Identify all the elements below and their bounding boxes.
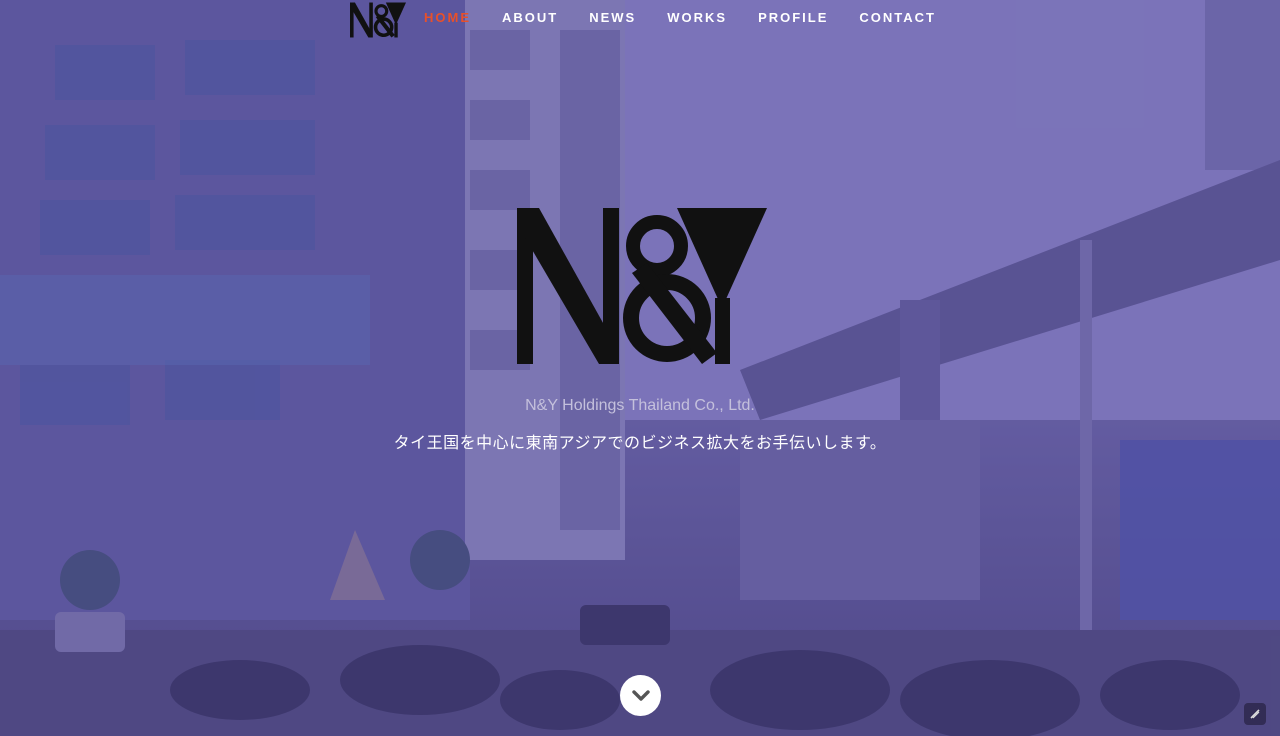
nav-item-profile[interactable]: PROFILE xyxy=(758,10,828,25)
nav-item-contact[interactable]: CONTACT xyxy=(859,10,936,25)
hero-tagline: タイ王国を中心に東南アジアでのビジネス拡大をお手伝いします。 xyxy=(393,433,887,452)
edit-icon xyxy=(1250,709,1260,719)
hero-logo xyxy=(517,208,767,364)
scroll-down-button[interactable] xyxy=(620,675,661,716)
nav-item-about[interactable]: ABOUT xyxy=(502,10,558,25)
nav-item-news[interactable]: NEWS xyxy=(589,10,636,25)
feather-icon[interactable] xyxy=(1244,703,1266,725)
page: HOME ABOUT NEWS WORKS PROFILE CONTACT N&… xyxy=(0,0,1280,736)
top-navigation: HOME ABOUT NEWS WORKS PROFILE CONTACT xyxy=(0,0,1280,40)
chevron-down-icon xyxy=(631,689,650,701)
hero-company-name: N&Y Holdings Thailand Co., Ltd. xyxy=(525,397,755,414)
nav-menu: HOME ABOUT NEWS WORKS PROFILE CONTACT xyxy=(424,10,967,25)
nav-item-home[interactable]: HOME xyxy=(424,10,471,25)
brand-logo[interactable] xyxy=(350,2,406,38)
purple-overlay xyxy=(0,0,1280,736)
nav-item-works[interactable]: WORKS xyxy=(667,10,727,25)
